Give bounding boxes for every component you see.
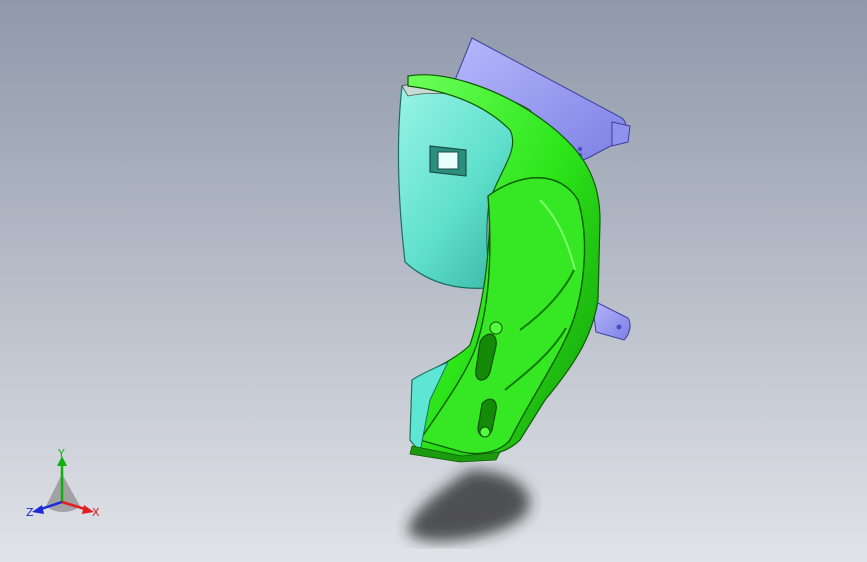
knob-upper — [489, 321, 503, 335]
lower-bracket-tab — [591, 299, 631, 341]
x-axis-label: X — [92, 506, 100, 519]
part-model-view[interactable] — [0, 0, 867, 562]
z-axis-label: Z — [26, 506, 34, 519]
tab-hole — [616, 324, 622, 330]
z-axis-arrow — [32, 505, 44, 514]
graphics-viewport[interactable]: Y X Z — [0, 0, 867, 562]
bracket-flange — [611, 121, 631, 147]
y-axis-label: Y — [57, 448, 65, 460]
model-shadow — [408, 470, 530, 542]
pocket-window-inner — [437, 151, 459, 170]
knob-lower — [479, 426, 491, 438]
coordinate-triad-icon[interactable]: Y X Z — [24, 448, 104, 524]
